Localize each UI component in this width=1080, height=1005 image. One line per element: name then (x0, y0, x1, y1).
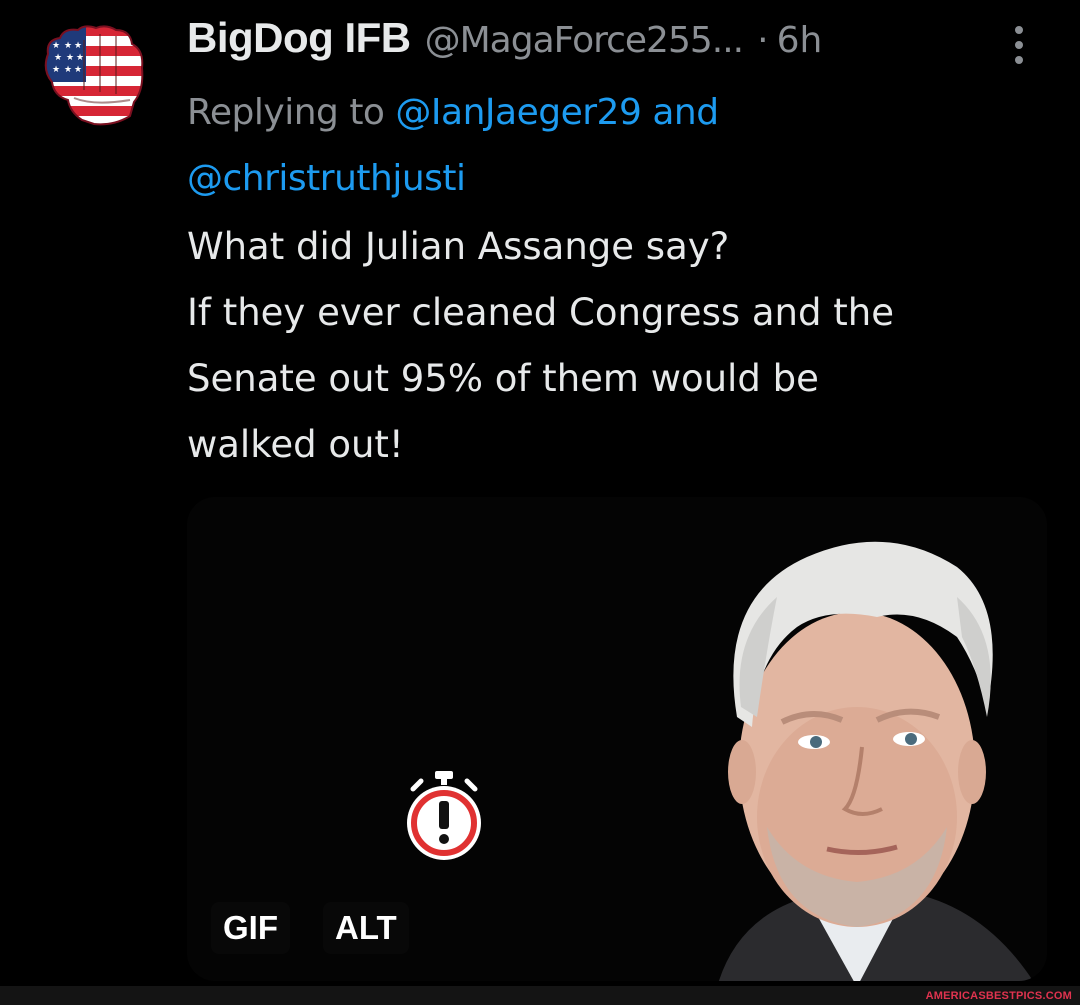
svg-text:★: ★ (76, 53, 84, 63)
svg-text:★: ★ (52, 65, 60, 75)
tweet-text-line: What did Julian Assange say? (187, 225, 730, 268)
tweet-text-line: walked out! (187, 423, 404, 466)
author-display-name[interactable]: BigDog IFB (187, 14, 411, 62)
tweet-timestamp[interactable]: 6h (777, 20, 823, 61)
mention-link-2[interactable]: @christruthjusti (187, 158, 466, 199)
svg-text:★: ★ (74, 65, 82, 75)
portrait-image (718, 541, 1034, 981)
header-separator: · (757, 20, 769, 61)
avatar[interactable]: ★ ★ ★ ★ ★ ★ ★ ★ ★ (34, 20, 150, 130)
author-handle[interactable]: @MagaForce255... (425, 20, 744, 61)
flag-fist-icon: ★ ★ ★ ★ ★ ★ ★ ★ ★ (44, 25, 144, 126)
svg-text:★: ★ (54, 53, 62, 63)
watermark-bar: AMERICASBESTPICS.COM (0, 986, 1080, 1005)
more-vertical-icon (1004, 26, 1034, 64)
tweet-text: What did Julian Assange say? If they eve… (187, 214, 1047, 478)
gif-badge: GIF (211, 902, 290, 954)
alarm-clock-warning-icon (407, 771, 481, 860)
more-options-button[interactable] (1004, 22, 1034, 68)
mention-link-1[interactable]: @IanJaeger29 (395, 92, 641, 133)
svg-text:★: ★ (64, 41, 72, 51)
svg-text:★: ★ (52, 41, 60, 51)
svg-text:★: ★ (66, 53, 74, 63)
watermark-text: AMERICASBESTPICS.COM (925, 990, 1072, 1002)
svg-text:★: ★ (64, 65, 72, 75)
tweet-text-line: If they ever cleaned Congress and the (187, 291, 894, 334)
replying-to-label: Replying to (187, 92, 385, 133)
tweet-header: BigDog IFB @MagaForce255... · 6h (187, 14, 1047, 70)
mention-conjunction[interactable]: and (652, 92, 719, 133)
svg-text:★: ★ (74, 41, 82, 51)
tweet-text-line: Senate out 95% of them would be (187, 357, 819, 400)
replying-to-line: Replying to @IanJaeger29 and @christruth… (187, 80, 1047, 212)
media-gif[interactable]: GIF ALT (187, 497, 1047, 981)
alt-text-button[interactable]: ALT (323, 902, 409, 954)
